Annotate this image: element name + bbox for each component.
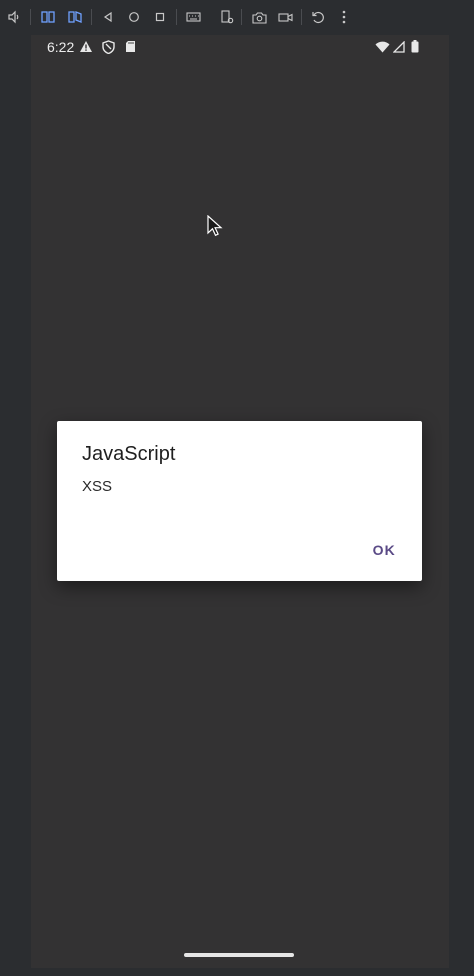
device-screen: 6:22 JavaScript XSS OK: [31, 35, 449, 968]
sdcard-icon: [125, 40, 139, 54]
status-bar: 6:22: [31, 35, 449, 59]
ok-button[interactable]: OK: [373, 542, 396, 558]
status-time: 6:22: [47, 39, 75, 55]
toolbar-separator: [30, 9, 31, 25]
settings-phone-icon[interactable]: [219, 9, 235, 25]
camera-icon[interactable]: [251, 9, 267, 25]
fold-left-icon[interactable]: [40, 9, 56, 25]
fold-right-icon[interactable]: [67, 9, 83, 25]
dialog-title: JavaScript: [82, 443, 176, 465]
keyboard-icon[interactable]: [185, 9, 201, 25]
warning-icon: [79, 40, 93, 54]
wifi-icon: [375, 40, 390, 54]
toolbar-separator: [241, 9, 242, 25]
alert-dialog: JavaScript XSS OK: [57, 421, 422, 581]
window-bottom-edge: [0, 968, 474, 976]
toolbar-separator: [176, 9, 177, 25]
rotate-icon[interactable]: [310, 9, 326, 25]
overview-icon[interactable]: [152, 9, 168, 25]
shield-icon: [102, 40, 116, 55]
gesture-nav-handle[interactable]: [184, 953, 294, 957]
mouse-cursor-icon: [207, 215, 223, 237]
dialog-message: XSS: [82, 478, 113, 495]
volume-icon[interactable]: [6, 9, 22, 25]
home-icon[interactable]: [126, 9, 142, 25]
back-icon[interactable]: [100, 9, 116, 25]
toolbar-separator: [91, 9, 92, 25]
toolbar-separator: [301, 9, 302, 25]
video-icon[interactable]: [277, 9, 293, 25]
signal-icon: [392, 40, 407, 54]
battery-icon: [411, 40, 425, 54]
more-icon[interactable]: [336, 9, 352, 25]
emulator-toolbar: [0, 0, 474, 34]
